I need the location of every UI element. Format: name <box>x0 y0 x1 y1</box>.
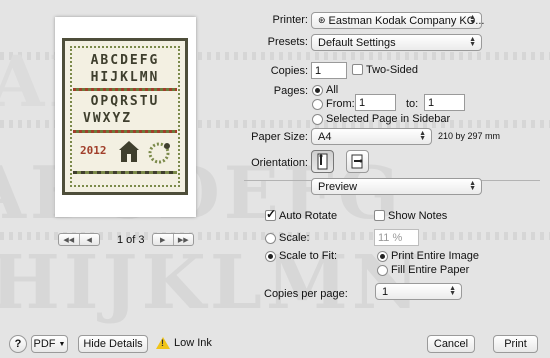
scale-to-fit-radio[interactable] <box>265 251 276 262</box>
help-button[interactable]: ? <box>9 335 27 353</box>
copies-field[interactable]: 1 <box>311 62 347 79</box>
sampler-row: ABCDEFG <box>90 53 160 68</box>
pages-from-label: From: <box>326 98 355 110</box>
previous-page-button[interactable]: ◀ <box>78 234 100 245</box>
orientation-landscape-button[interactable] <box>346 150 369 173</box>
section-value: Preview <box>318 180 358 193</box>
two-sided-checkbox[interactable] <box>352 64 363 75</box>
orientation-portrait-button[interactable] <box>311 150 334 173</box>
sampler-row: OPQRSTU <box>90 94 160 109</box>
popup-arrows-icon: ▲ ▼ <box>419 130 426 142</box>
popup-arrows-icon: ▲ ▼ <box>469 180 476 192</box>
auto-rotate-label: Auto Rotate <box>279 210 338 222</box>
pdf-label: PDF <box>33 338 56 350</box>
print-entire-image-label: Print Entire Image <box>391 250 480 262</box>
pages-selected-label: Selected Page in Sidebar <box>326 113 451 125</box>
scale-radio[interactable] <box>265 233 276 244</box>
paper-size-dimensions: 210 by 297 mm <box>438 131 501 141</box>
page-indicator: 1 of 3 <box>117 234 145 246</box>
page-nav-back-group: ◀◀ ◀ <box>58 233 100 246</box>
printer-popup[interactable]: ⊛ Eastman Kodak Company KO... ▲ ▼ <box>311 12 485 29</box>
sampler-row: HIJKLMN <box>90 70 160 85</box>
fill-entire-paper-label: Fill Entire Paper <box>391 264 470 276</box>
pages-all-label: All <box>326 84 339 96</box>
low-ink-label: Low Ink <box>174 337 212 349</box>
print-dialog: AB ABCDEFG HIJKLMN ABCDEFG HIJKLMN OPQRS… <box>0 0 550 358</box>
auto-rotate-checkbox[interactable] <box>265 207 276 221</box>
scale-field[interactable]: 11 % <box>374 229 419 246</box>
copies-label: Copies: <box>270 65 308 77</box>
page-preview: ABCDEFG HIJKLMN OPQRSTU VWXYZ 2012 <box>55 17 196 217</box>
next-page-button[interactable]: ▶ <box>153 234 173 245</box>
paper-size-value: A4 <box>318 130 332 143</box>
printer-value: Eastman Kodak Company KO... <box>328 14 485 27</box>
section-popup[interactable]: Preview ▲ ▼ <box>311 178 482 195</box>
sampler-house-peacock <box>119 141 170 164</box>
sampler-image: ABCDEFG HIJKLMN OPQRSTU VWXYZ 2012 <box>62 38 188 195</box>
presets-value: Default Settings <box>318 36 396 49</box>
hide-details-button[interactable]: Hide Details <box>78 335 148 353</box>
pages-all-radio[interactable] <box>312 85 323 96</box>
scale-label: Scale: <box>279 232 310 244</box>
sampler-band <box>73 88 177 91</box>
pages-label: Pages: <box>273 85 308 97</box>
printer-icon: ⊛ <box>318 15 326 25</box>
warning-icon <box>156 337 170 349</box>
scale-to-fit-label: Scale to Fit: <box>279 250 338 262</box>
show-notes-checkbox[interactable] <box>374 210 385 221</box>
chevron-down-icon: ▼ <box>58 340 66 348</box>
portrait-icon <box>317 153 328 170</box>
paper-size-popup[interactable]: A4 ▲ ▼ <box>311 128 432 145</box>
page-nav-forward-group: ▶ ▶▶ <box>152 233 194 246</box>
popup-arrows-icon: ▲ ▼ <box>469 36 476 48</box>
pages-from-radio[interactable] <box>312 99 323 110</box>
pages-to-label: to: <box>406 98 419 110</box>
cancel-button[interactable]: Cancel <box>427 335 475 353</box>
paper-size-label: Paper Size: <box>251 131 308 143</box>
popup-arrows-icon: ▲ ▼ <box>449 285 456 297</box>
sampler-band <box>73 130 177 133</box>
sampler-row: VWXYZ <box>83 111 133 126</box>
first-page-button[interactable]: ◀◀ <box>59 234 79 245</box>
pdf-menu-button[interactable]: PDF ▼ <box>31 335 68 353</box>
two-sided-label: Two-Sided <box>366 64 418 76</box>
last-page-button[interactable]: ▶▶ <box>172 234 194 245</box>
show-notes-label: Show Notes <box>388 210 448 222</box>
copies-per-page-popup[interactable]: 1 ▲ ▼ <box>375 283 462 300</box>
copies-per-page-label: Copies per page: <box>264 288 348 300</box>
pages-selected-radio[interactable] <box>312 114 323 125</box>
pages-from-field[interactable]: 1 <box>355 94 396 111</box>
copies-per-page-value: 1 <box>382 285 389 298</box>
pages-to-field[interactable]: 1 <box>424 94 465 111</box>
print-entire-image-radio[interactable] <box>377 251 388 262</box>
fill-entire-paper-radio[interactable] <box>377 265 388 276</box>
orientation-label: Orientation: <box>251 157 308 169</box>
sampler-band <box>73 171 177 174</box>
background-letters: HIJKLMN <box>0 240 424 326</box>
sampler-year: 2012 <box>80 144 107 157</box>
landscape-icon <box>351 154 363 169</box>
presets-label: Presets: <box>267 36 308 48</box>
presets-popup[interactable]: Default Settings ▲ ▼ <box>311 34 482 51</box>
print-button[interactable]: Print <box>493 335 538 353</box>
popup-arrows-icon: ▲ ▼ <box>469 14 476 26</box>
printer-label: Printer: <box>272 14 308 26</box>
